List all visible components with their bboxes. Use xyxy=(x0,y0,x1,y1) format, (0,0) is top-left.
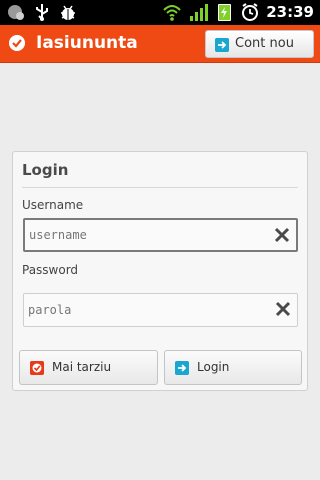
clear-username-icon[interactable] xyxy=(274,227,290,243)
login-title: Login xyxy=(22,161,69,179)
debug-icon xyxy=(61,5,75,20)
signal-icon xyxy=(190,4,209,21)
status-bar-left xyxy=(6,2,78,22)
password-field xyxy=(23,293,298,327)
username-label: Username xyxy=(22,198,84,212)
app-bar: Iasiununta Cont nou xyxy=(0,25,320,63)
later-button[interactable]: Mai tarziu xyxy=(19,350,158,385)
app-title: Iasiununta xyxy=(36,33,138,53)
later-button-label: Mai tarziu xyxy=(52,360,112,374)
wifi-icon xyxy=(163,5,181,21)
new-account-label: Cont nou xyxy=(235,36,294,51)
alarm-icon xyxy=(242,3,259,21)
login-card: Login Username Password Mai tarziu xyxy=(12,151,308,391)
login-actions: Mai tarziu Login xyxy=(19,350,302,386)
title-divider xyxy=(22,187,298,188)
arrow-right-icon xyxy=(175,361,189,375)
check-badge-icon xyxy=(9,35,25,51)
new-account-button[interactable]: Cont nou xyxy=(205,30,314,58)
battery-charging-icon xyxy=(218,4,232,21)
check-badge-icon xyxy=(30,361,44,375)
username-field xyxy=(23,218,298,252)
usb-icon xyxy=(36,4,48,21)
password-input[interactable] xyxy=(28,294,263,326)
notification-icon xyxy=(8,5,24,20)
clear-password-icon[interactable] xyxy=(275,301,291,317)
status-bar-right: 23:39 xyxy=(162,1,314,23)
status-bar: 23:39 xyxy=(0,0,320,25)
username-input[interactable] xyxy=(29,220,264,250)
login-button-label: Login xyxy=(197,360,230,374)
status-time: 23:39 xyxy=(266,3,314,21)
arrow-right-icon xyxy=(215,38,229,52)
login-button[interactable]: Login xyxy=(164,350,302,385)
password-label: Password xyxy=(22,263,79,277)
